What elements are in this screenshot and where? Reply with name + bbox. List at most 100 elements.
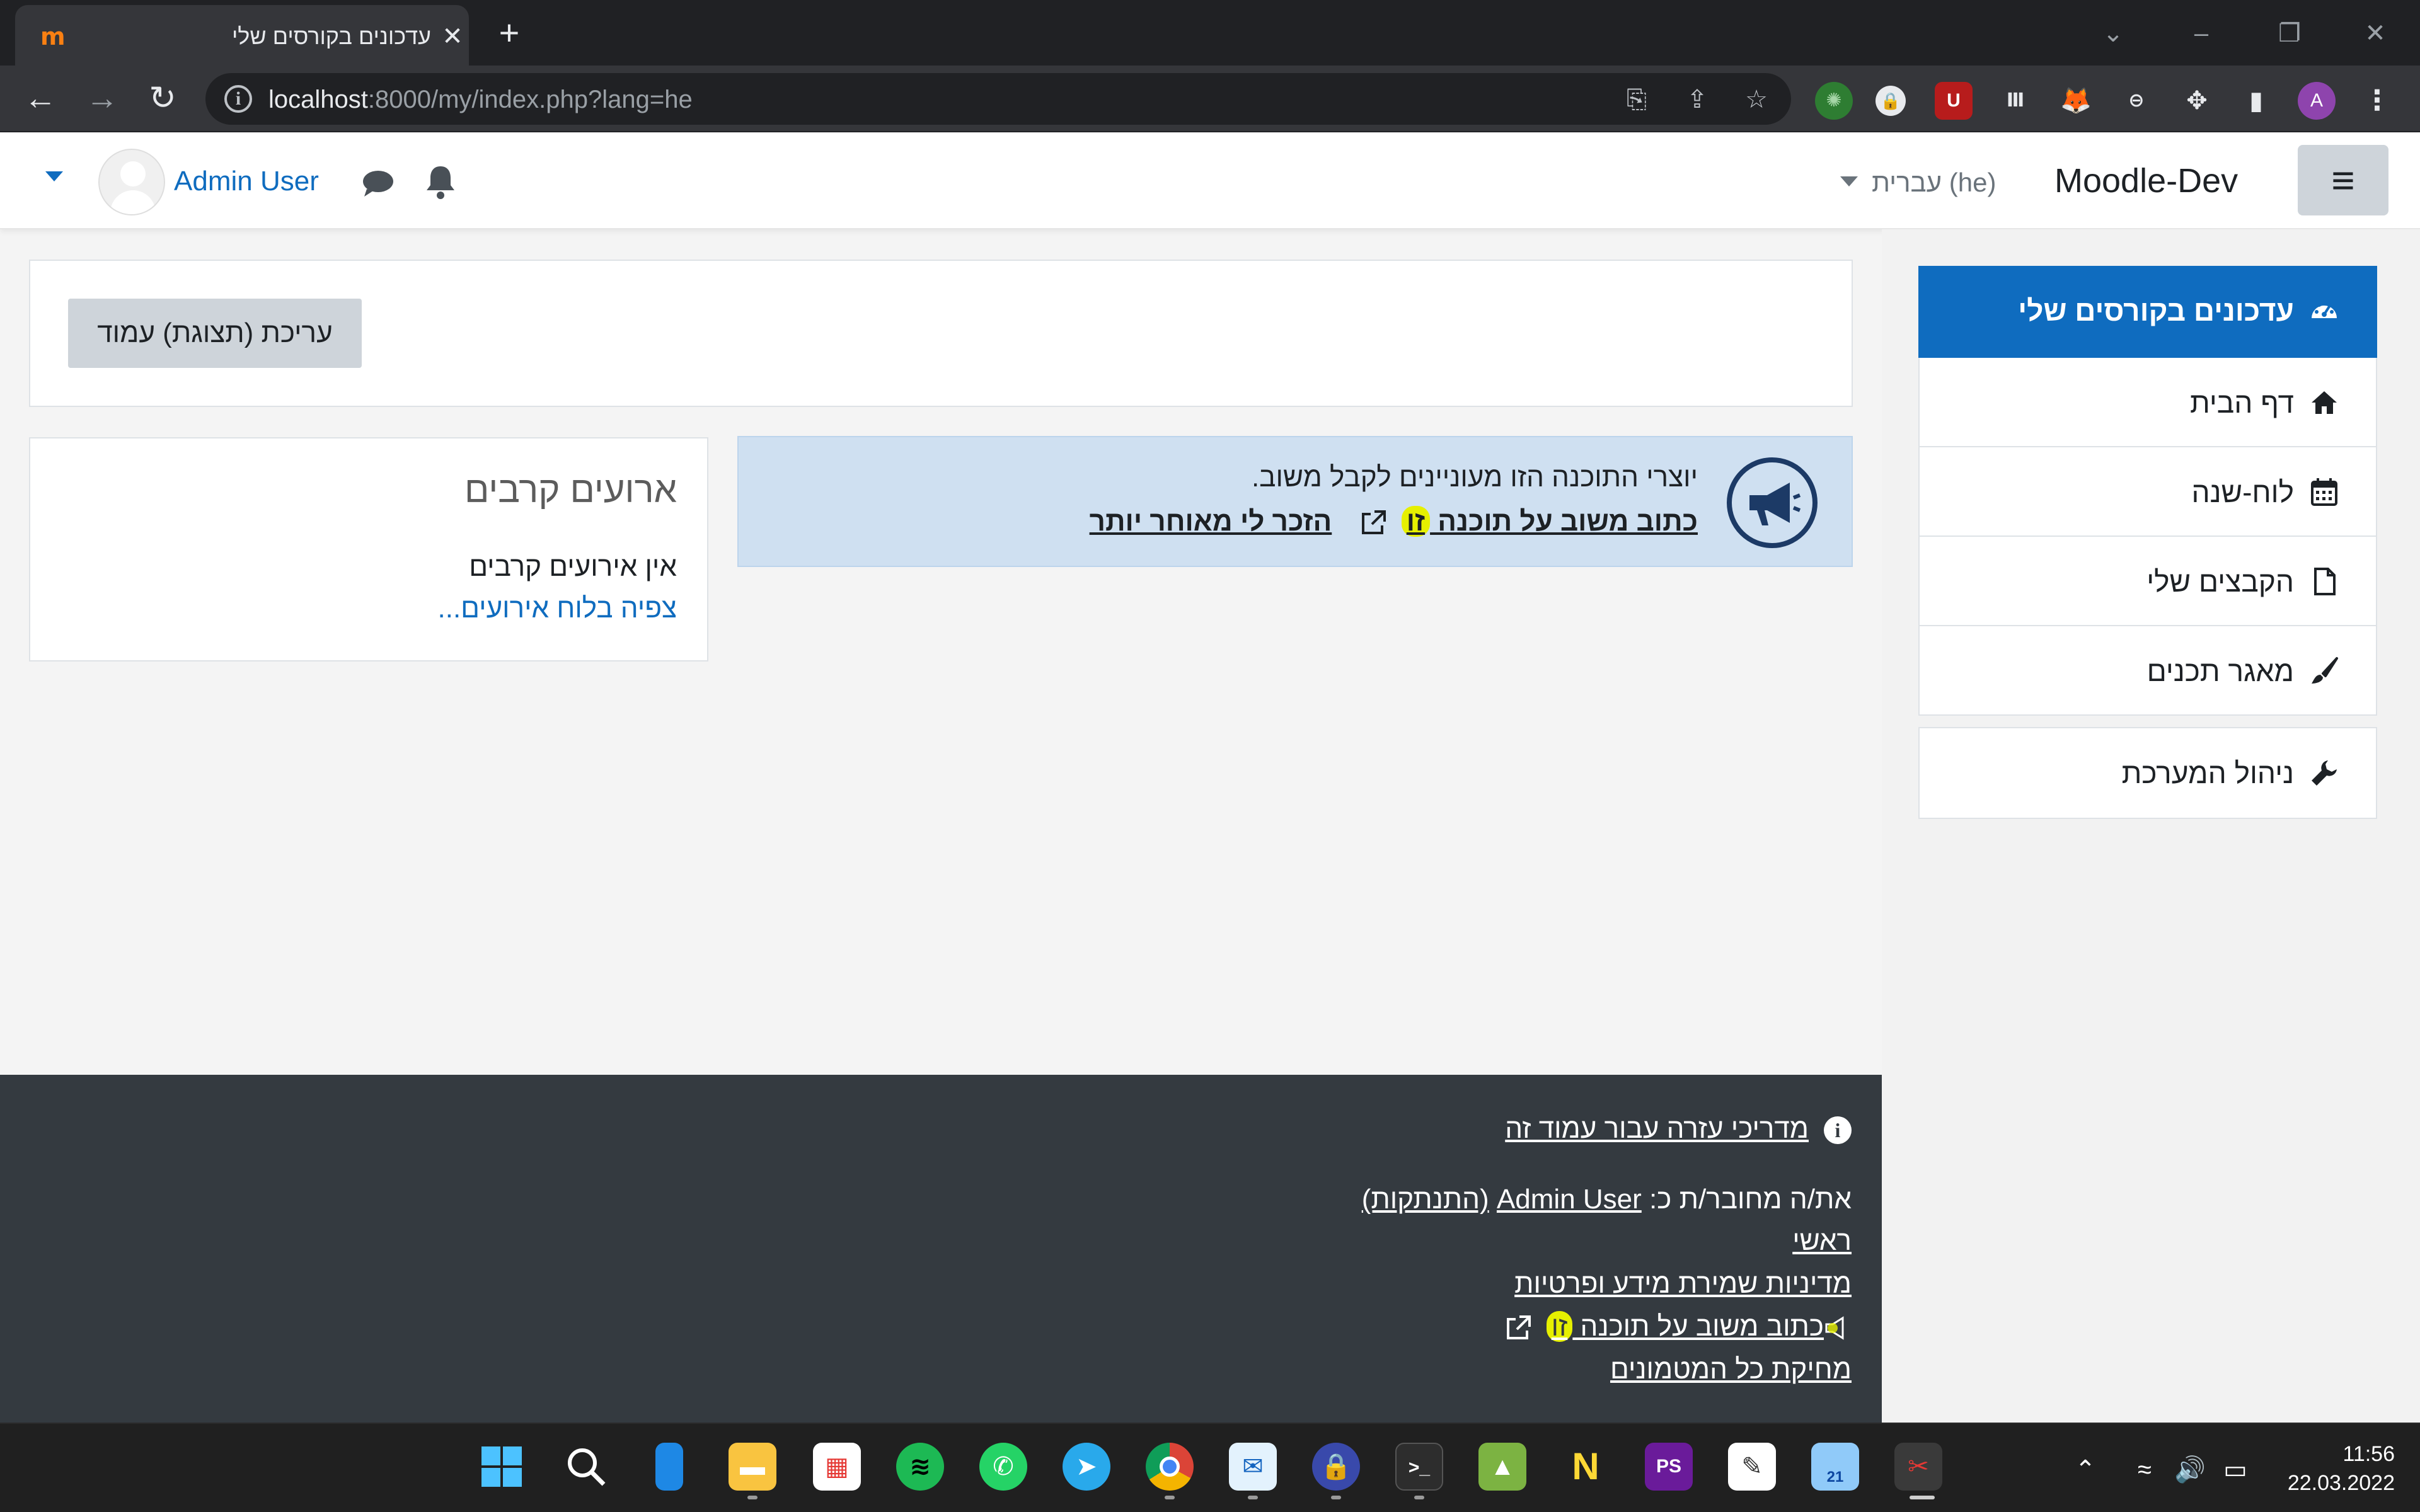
nav-item-label: דף הבית: [2189, 386, 2294, 419]
chrome-menu-icon[interactable]: ⋮: [2358, 82, 2396, 120]
running-indicator: [1331, 1496, 1341, 1499]
battery-icon[interactable]: ▭: [2220, 1454, 2251, 1486]
nav-item-content-bank[interactable]: מאגר תכנים: [1918, 626, 2377, 716]
window-close-icon[interactable]: ✕: [2353, 11, 2397, 55]
language-menu[interactable]: עברית (he): [1840, 165, 2017, 200]
widgets-icon[interactable]: [655, 1443, 683, 1491]
tab-title: עדכונים בקורסים שלי: [231, 23, 431, 49]
purge-caches-link[interactable]: מחיקת כל המטמונים: [1610, 1354, 1852, 1385]
bullhorn-icon: [1824, 1314, 1852, 1342]
purge-line: מחיקת כל המטמונים: [1610, 1352, 1852, 1387]
ms-store-icon[interactable]: ▦: [813, 1443, 861, 1491]
side-panel-icon[interactable]: ▮: [2237, 82, 2275, 120]
app-icon[interactable]: ✎: [1728, 1443, 1776, 1491]
profile-avatar-icon[interactable]: A: [2298, 82, 2336, 120]
running-indicator: [1414, 1496, 1424, 1499]
footer-feedback-link[interactable]: כתוב משוב על תוכנה זו: [1546, 1311, 1824, 1342]
windows-start-icon[interactable]: [478, 1443, 526, 1491]
moodle-navbar: ≡ Moodle-Dev עברית (he) Admin User: [0, 134, 2420, 229]
chrome-icon[interactable]: [1146, 1443, 1194, 1491]
volume-icon[interactable]: 🔊: [2174, 1454, 2206, 1486]
logged-in-user-link[interactable]: Admin User: [1497, 1184, 1642, 1215]
nav-item-site-admin[interactable]: ניהול המערכת: [1918, 727, 2377, 819]
wifi-icon[interactable]: ≈: [2129, 1454, 2160, 1486]
external-link-icon: [1362, 510, 1386, 535]
active-indicator: [1910, 1496, 1935, 1499]
search-icon[interactable]: [562, 1443, 610, 1491]
nav-item-label: ניהול המערכת: [2121, 757, 2294, 789]
restore-icon[interactable]: ❐: [2267, 11, 2312, 55]
nav-item-label: הקבצים שלי: [2146, 565, 2294, 598]
footer-feedback-line: כתוב משוב על תוכנה זו: [1498, 1309, 1852, 1344]
nav-item-calendar[interactable]: לוח-שנה: [1918, 447, 2377, 537]
feedback-links: כתוב משוב על תוכנה זו הזכר לי מאוחר יותר: [1090, 503, 1698, 541]
site-name[interactable]: Moodle-Dev: [2054, 159, 2262, 203]
external-link-icon: [1507, 1315, 1531, 1340]
url-text[interactable]: localhost:8000/my/index.php?lang=he: [268, 84, 693, 115]
phpstorm-icon[interactable]: PS: [1645, 1443, 1693, 1491]
running-indicator: [1248, 1496, 1258, 1499]
file-explorer-icon[interactable]: ▬: [729, 1443, 776, 1491]
remind-later-link[interactable]: הזכר לי מאוחר יותר: [1090, 506, 1332, 537]
privacy-policy-link[interactable]: מדיניות שמירת מידע ופרטיות: [1514, 1268, 1852, 1299]
home-link[interactable]: ראשי: [1792, 1225, 1852, 1256]
upcoming-events-title: ארועים קרבים: [464, 469, 677, 510]
bookmark-star-icon[interactable]: ☆: [1741, 84, 1772, 115]
share-icon[interactable]: ⇪: [1681, 84, 1713, 115]
back-icon[interactable]: ←: [20, 78, 60, 118]
nav-item-home[interactable]: דף הבית: [1918, 358, 2377, 447]
clock-date[interactable]: 22.03.2022: [2281, 1469, 2395, 1497]
go-to-calendar-link[interactable]: צפיה בלוח אירועים...: [438, 591, 677, 626]
nav-item-dashboard[interactable]: עדכונים בקורסים שלי: [1918, 266, 2377, 358]
tab-search-icon[interactable]: ⌄: [2091, 11, 2135, 55]
home-icon: [2312, 391, 2337, 414]
minimize-icon[interactable]: –: [2179, 11, 2223, 55]
tab-close-icon[interactable]: ✕: [437, 21, 468, 52]
calendar-app-icon[interactable]: 21: [1811, 1443, 1859, 1491]
site-info-icon[interactable]: i: [224, 85, 252, 113]
metamask-icon[interactable]: 🦊: [2057, 82, 2095, 120]
no-events-text: אין אירועים קרבים: [469, 551, 677, 582]
extension-text-icon[interactable]: Ⅲ: [1997, 82, 2034, 120]
tray-chevron-up-icon[interactable]: ⌃: [2070, 1454, 2101, 1486]
logout-link[interactable]: (התנתקות): [1362, 1184, 1489, 1215]
browser-tab[interactable]: m עדכונים בקורסים שלי ✕: [15, 5, 469, 66]
nav-item-my-files[interactable]: הקבצים שלי: [1918, 537, 2377, 626]
file-icon: [2314, 568, 2336, 595]
snipping-tool-icon[interactable]: ✂: [1894, 1443, 1942, 1491]
extension-circle-icon[interactable]: ⊖: [2118, 82, 2155, 120]
user-menu-caret-icon[interactable]: [45, 171, 63, 181]
drawer-toggle-button[interactable]: ≡: [2298, 145, 2388, 215]
extensions-puzzle-icon[interactable]: ✥: [2178, 82, 2216, 120]
windows-taskbar: ▬ ▦ ≋ ✆ ➤ ✉ 🔒 >_ ▲ N PS ✎ 21 ✂ ⌃ ≈ 🔊 ▭ 1…: [0, 1423, 2420, 1512]
keepass-icon[interactable]: 🔒: [1312, 1443, 1360, 1491]
image-editor-icon[interactable]: ▲: [1478, 1443, 1526, 1491]
ublock-icon[interactable]: U: [1935, 82, 1973, 120]
mail-icon[interactable]: ✉: [1229, 1443, 1277, 1491]
terminal-icon[interactable]: >_: [1395, 1443, 1443, 1491]
translate-icon[interactable]: ⎘: [1621, 84, 1652, 115]
notifications-bell-icon[interactable]: [424, 164, 458, 200]
give-feedback-link[interactable]: כתוב משוב על תוכנה זו: [1401, 506, 1698, 537]
edit-page-button[interactable]: עריכת (תצוגת) עמוד: [68, 299, 362, 368]
feedback-alert: יוצרי התוכנה הזו מעוניינים לקבל משוב. כת…: [737, 436, 1853, 567]
reload-icon[interactable]: ↻: [142, 78, 183, 118]
telegram-icon[interactable]: ➤: [1063, 1443, 1110, 1491]
extension-bug-icon[interactable]: ✺: [1815, 82, 1853, 120]
avatar[interactable]: [98, 149, 165, 215]
notion-like-icon[interactable]: N: [1562, 1443, 1610, 1491]
new-tab-button[interactable]: +: [492, 15, 527, 50]
address-bar[interactable]: i localhost:8000/my/index.php?lang=he ⎘ …: [205, 73, 1791, 125]
clock-time[interactable]: 11:56: [2319, 1440, 2395, 1468]
whatsapp-icon[interactable]: ✆: [979, 1443, 1027, 1491]
megaphone-icon: [1727, 457, 1818, 548]
page-footer: i מדריכי עזרה עבור עמוד זה את/ה מחובר/ת כ…: [0, 1075, 1882, 1423]
messages-icon[interactable]: [360, 168, 396, 199]
help-docs-link[interactable]: מדריכי עזרה עבור עמוד זה: [1505, 1113, 1809, 1144]
password-manager-icon[interactable]: 🔒: [1876, 86, 1906, 116]
spotify-icon[interactable]: ≋: [896, 1443, 944, 1491]
nav-item-label: עדכונים בקורסים שלי: [2018, 294, 2294, 327]
user-name[interactable]: Admin User: [174, 163, 338, 200]
forward-icon[interactable]: →: [82, 78, 122, 118]
paintbrush-icon: [2312, 657, 2338, 684]
